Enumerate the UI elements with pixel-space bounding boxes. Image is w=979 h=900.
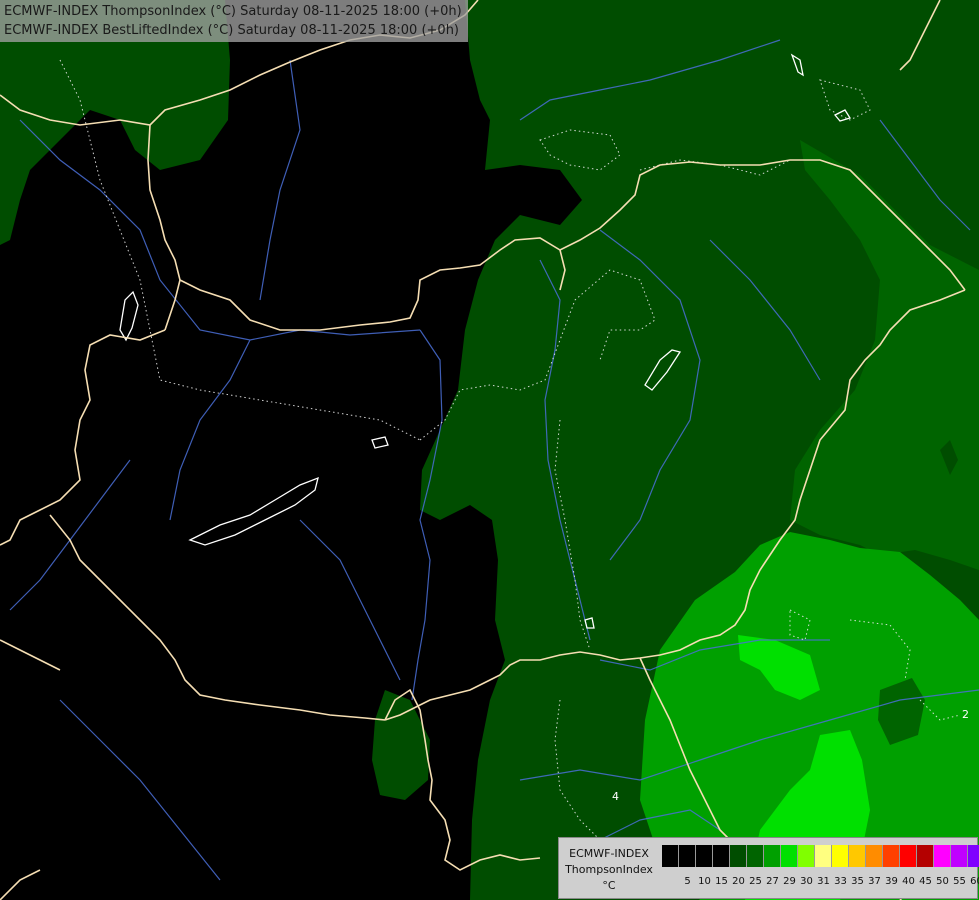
legend-tick-label: 45 [919, 876, 932, 887]
legend-swatch [764, 845, 781, 867]
legend-swatch [866, 845, 883, 867]
legend-swatch [696, 845, 713, 867]
legend-swatch [883, 845, 900, 867]
legend-tick-label: 50 [936, 876, 949, 887]
legend-swatch [849, 845, 866, 867]
legend-tick-label: 33 [834, 876, 847, 887]
legend-tick-label: 55 [953, 876, 966, 887]
color-legend: ECMWF-INDEX ThompsonIndex °C 5 10 15 20 25 27… [558, 837, 979, 899]
map-subtitle: ECMWF-INDEX BestLiftedIndex (°C) Saturda… [4, 23, 459, 38]
legend-swatch [730, 845, 747, 867]
legend-swatch [815, 845, 832, 867]
legend-swatch [900, 845, 917, 867]
legend-tick-label: 10 [698, 876, 711, 887]
legend-swatch [747, 845, 764, 867]
legend-swatch [968, 845, 979, 867]
legend-tick-label: 20 [732, 876, 745, 887]
legend-parameter: ThompsonIndex [565, 863, 653, 876]
legend-tick-label: 27 [766, 876, 779, 887]
legend-tick-label: 40 [902, 876, 915, 887]
legend-tick-label: 30 [800, 876, 813, 887]
legend-swatch [713, 845, 730, 867]
legend-swatches [662, 845, 979, 867]
contour-label-4: 4 [612, 790, 619, 803]
legend-tick-label: 31 [817, 876, 830, 887]
legend-swatch [951, 845, 968, 867]
legend-tick-label: 37 [868, 876, 881, 887]
legend-swatch [798, 845, 815, 867]
legend-labels: 5 10 15 20 25 27 29 30 31 33 35 37 39 40 45 50 55 60 [662, 875, 979, 889]
legend-swatch [781, 845, 798, 867]
legend-unit: °C [602, 879, 616, 892]
map-title-box: ECMWF-INDEX ThompsonIndex (°C) Saturday … [0, 0, 468, 42]
legend-swatch [917, 845, 934, 867]
contour-label-2: 2 [962, 708, 969, 721]
legend-tick-label: 60 [970, 876, 979, 887]
legend-swatch [934, 845, 951, 867]
legend-tick-label: 29 [783, 876, 796, 887]
legend-swatch [662, 845, 679, 867]
legend-tick-label: 39 [885, 876, 898, 887]
weather-map: 2 4 [0, 0, 979, 900]
legend-tick-label [662, 875, 679, 889]
legend-model: ECMWF-INDEX [569, 847, 649, 860]
legend-swatch [679, 845, 696, 867]
legend-tick-label: 15 [715, 876, 728, 887]
legend-tick-label: 25 [749, 876, 762, 887]
map-title: ECMWF-INDEX ThompsonIndex (°C) Saturday … [4, 4, 462, 19]
legend-tick-label: 5 [684, 876, 691, 887]
legend-tick-label: 35 [851, 876, 864, 887]
legend-swatch [832, 845, 849, 867]
